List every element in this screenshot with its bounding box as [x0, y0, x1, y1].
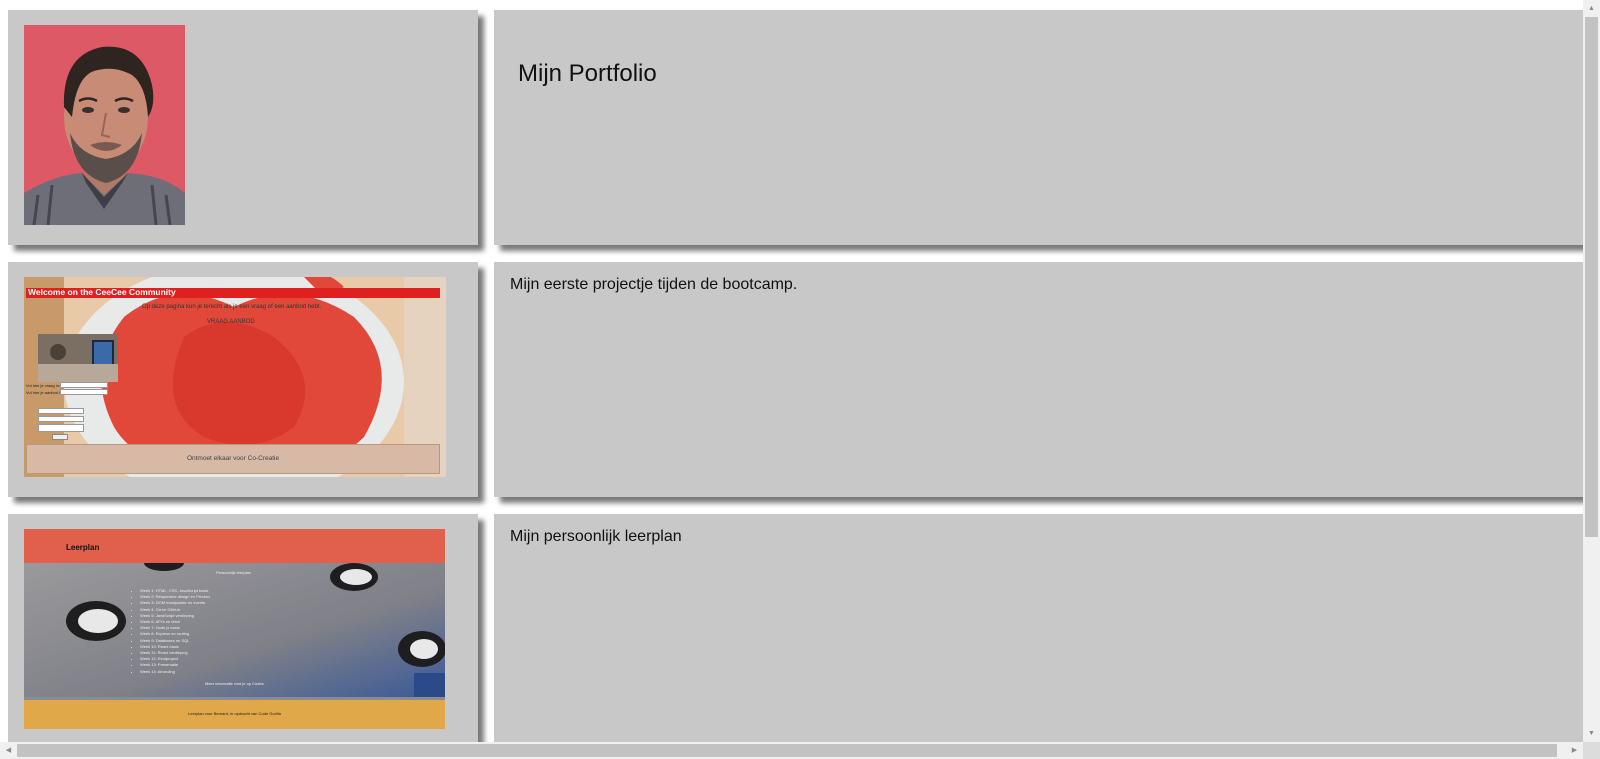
mini-textarea[interactable]: [38, 424, 84, 432]
horizontal-scrollbar[interactable]: ◀ ▶: [0, 742, 1583, 759]
ceecee-screenshot[interactable]: Welcome on the CeeCee Community Op deze …: [24, 277, 446, 477]
project-description-1: Mijn eerste projectje tijden de bootcamp…: [510, 276, 798, 293]
mini-input-2[interactable]: [38, 416, 84, 422]
ceecee-photo: [38, 334, 118, 382]
header-panel: Mijn Portfolio: [494, 10, 1583, 245]
horizontal-scroll-thumb[interactable]: [17, 744, 1557, 757]
vertical-scrollbar[interactable]: ▲ ▼: [1583, 0, 1600, 742]
profile-photo: [24, 25, 185, 225]
ceecee-footer-text: Ontmoet elkaar voor Co-Creatie: [186, 455, 280, 462]
scroll-left-icon[interactable]: ◀: [0, 742, 17, 759]
list-item: Week 14: Afronding: [140, 669, 210, 675]
leerplan-footer-text: Leerplan voor Bernard, in opdracht van C…: [188, 711, 281, 716]
ceecee-banner: Welcome on the CeeCee Community: [26, 287, 440, 298]
leerplan-note: Meer informatie vind je op Codes: [205, 681, 264, 686]
leerplan-screenshot[interactable]: Leerplan Persoonlijk leerplan • Week 1: …: [24, 529, 445, 729]
mini-input-1[interactable]: [38, 408, 84, 414]
ceecee-footer: Ontmoet elkaar voor Co-Creatie: [26, 444, 440, 474]
project-description-panel-1: Mijn eerste projectje tijden de bootcamp…: [494, 262, 1583, 497]
project-description-panel-2: Mijn persoonlijk leerplan: [494, 514, 1583, 742]
leerplan-list: Week 1: HTML, CSS, JavaScript basis Week…: [134, 588, 210, 675]
project-thumbnail-panel-1: Welcome on the CeeCee Community Op deze …: [8, 262, 478, 497]
leerplan-title: Leerplan: [66, 543, 100, 552]
scroll-down-icon[interactable]: ▼: [1583, 725, 1600, 742]
mini-submit-button[interactable]: [52, 434, 68, 440]
ceecee-mini-form: [38, 408, 86, 440]
leerplan-body: [24, 563, 445, 697]
project-thumbnail-panel-2: Leerplan Persoonlijk leerplan • Week 1: …: [8, 514, 478, 742]
offer-input[interactable]: [60, 389, 108, 395]
leerplan-header: Leerplan: [24, 529, 445, 563]
scrollbar-corner: [1583, 742, 1600, 759]
ceecee-intro: Op deze pagina kun je terecht als je een…: [142, 304, 322, 310]
leerplan-footer: Leerplan voor Bernard, in opdracht van C…: [24, 700, 445, 729]
scroll-up-icon[interactable]: ▲: [1583, 0, 1600, 17]
page-viewport: Mijn Portfolio Welcome on the CeeCee Com…: [0, 0, 1583, 742]
leerplan-subtitle: Persoonlijk leerplan: [216, 570, 251, 575]
portrait-panel: [8, 10, 478, 245]
question-input[interactable]: [60, 382, 108, 388]
ceecee-form: Vul hier je vraag in: Vul hier je aanbod…: [26, 381, 131, 401]
form-label-offer: Vul hier je aanbod in:: [26, 389, 64, 395]
form-label-question: Vul hier je vraag in:: [26, 382, 61, 388]
vertical-scroll-thumb[interactable]: [1585, 17, 1598, 537]
ceecee-banner-text: Welcome on the CeeCee Community: [28, 287, 176, 297]
project-description-2: Mijn persoonlijk leerplan: [510, 528, 682, 545]
ceecee-links: VRAAG AANBOD: [207, 319, 255, 325]
page-title: Mijn Portfolio: [518, 60, 657, 87]
leerplan-background: [24, 563, 445, 697]
list-item: Week 3: DOM manipulatie en events: [140, 600, 210, 606]
scroll-right-icon[interactable]: ▶: [1566, 742, 1583, 759]
